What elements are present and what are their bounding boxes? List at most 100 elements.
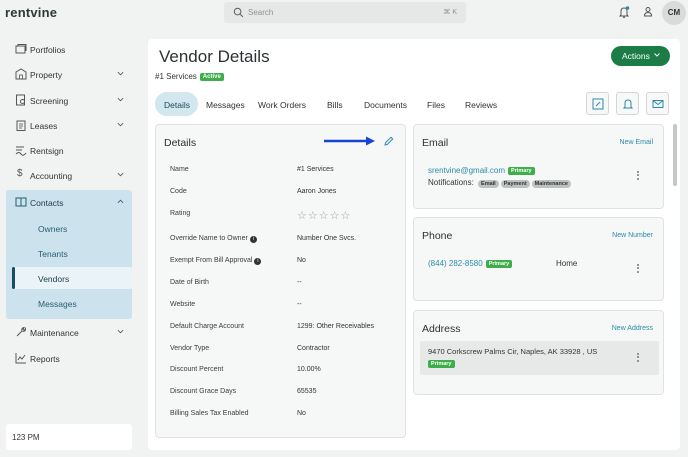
notifications-label: Notifications: [428, 178, 474, 187]
sidebar-label: Contacts [30, 198, 64, 208]
address-card: Address New Address 9470 Corkscrew Palms… [413, 310, 664, 395]
pencil-edit-icon[interactable] [384, 136, 394, 146]
info-icon[interactable]: i [249, 236, 257, 243]
field-value-website: -- [297, 301, 302, 308]
search-icon [233, 7, 244, 18]
user-lock-icon[interactable] [641, 5, 655, 19]
edit-note-icon [592, 98, 604, 110]
tab-bar: Details Messages Work Orders Bills Docum… [155, 92, 675, 116]
field-value-charge-account: 1299: Other Receivables [297, 323, 375, 330]
chevron-down-icon [654, 53, 660, 57]
tab-documents[interactable]: Documents [362, 92, 408, 116]
field-label-sales-tax: Billing Sales Tax Enabled [170, 410, 249, 417]
new-address-link[interactable]: New Address [612, 325, 653, 332]
sidebar-label: Reports [30, 354, 60, 364]
dollar-icon: $ [17, 168, 23, 179]
status-badge: Active [199, 73, 224, 81]
sidebar-label: Maintenance [30, 328, 79, 338]
star-icon[interactable]: ☆ [308, 209, 318, 222]
email-card: Email New Email srentvine@gmail.com Prima… [413, 124, 664, 209]
search-placeholder: Search [248, 8, 274, 17]
sidebar-item-property[interactable]: Property [6, 62, 132, 86]
sidebar-sub-label: Owners [38, 224, 68, 234]
bell-icon[interactable] [617, 5, 631, 19]
address-book-icon [15, 197, 27, 207]
chevron-up-icon [117, 199, 124, 204]
rentvine-logo[interactable]: rentvine [5, 5, 57, 20]
sidebar-sub-label: Messages [38, 299, 77, 309]
tab-bills[interactable]: Bills [325, 92, 345, 116]
sidebar-label: Portfolios [30, 45, 66, 55]
field-label-rating: Rating [170, 210, 191, 217]
chevron-down-icon [117, 71, 124, 76]
tab-label: Reviews [465, 100, 498, 110]
notification-button[interactable] [616, 92, 639, 115]
rating-stars[interactable]: ☆☆☆☆☆ [297, 209, 351, 222]
vendor-name: #1 Services [155, 72, 197, 81]
contacts-group: Contacts Owners Tenants Vendors Messages [6, 190, 132, 319]
phone-number-link[interactable]: (844) 282-8580 [428, 259, 483, 268]
mail-button[interactable] [646, 92, 669, 115]
primary-badge: Primary [428, 360, 455, 368]
field-label-dob: Date of Birth [170, 279, 209, 286]
field-label-vendor-type: Vendor Type [170, 345, 210, 352]
sidebar-sub-owners[interactable]: Owners [12, 217, 132, 239]
bell-icon [622, 99, 634, 109]
field-label-code: Code [170, 188, 187, 195]
tag-payment: Payment [500, 180, 530, 188]
tab-label: Documents [364, 100, 407, 110]
field-value-code: Aaron Jones [297, 188, 337, 195]
sidebar-sub-vendors[interactable]: Vendors [12, 267, 132, 289]
sidebar-label: Property [30, 70, 63, 80]
tab-reviews[interactable]: Reviews [463, 92, 497, 116]
user-avatar[interactable]: CM [662, 1, 686, 25]
sidebar-label: Screening [30, 96, 69, 106]
star-icon[interactable]: ☆ [330, 209, 340, 222]
sidebar-item-portfolios[interactable]: Portfolios [6, 37, 132, 61]
field-label-text: Override Name to Owner [170, 235, 248, 242]
sidebar-item-screening[interactable]: Screening [6, 88, 132, 112]
actions-button[interactable]: Actions [611, 46, 670, 66]
star-icon[interactable]: ☆ [341, 209, 351, 222]
primary-badge: Primary [485, 260, 513, 268]
page-title: Vendor Details [159, 47, 270, 66]
field-label-exempt-bill: Exempt From Bill Approval i [170, 257, 262, 265]
sidebar-item-maintenance[interactable]: Maintenance [6, 320, 132, 344]
card-title: Address [422, 323, 461, 335]
field-value-override-name: Number One Svcs. [297, 235, 357, 242]
more-options-icon[interactable] [637, 264, 641, 274]
email-address-link[interactable]: srentvine@gmail.com [428, 166, 505, 175]
star-icon[interactable]: ☆ [319, 209, 329, 222]
scrollbar[interactable] [673, 124, 677, 186]
field-value-discount-percent: 10.00% [297, 366, 321, 373]
new-number-link[interactable]: New Number [612, 232, 653, 239]
more-options-icon[interactable] [637, 171, 641, 181]
sidebar-item-accounting[interactable]: $ Accounting [6, 163, 132, 187]
tab-details[interactable]: Details [155, 92, 198, 116]
sidebar-item-contacts[interactable]: Contacts [6, 190, 132, 214]
sidebar-sub-tenants[interactable]: Tenants [12, 242, 132, 264]
top-bar: rentvine Search ⌘ K CM [0, 0, 688, 26]
chevron-down-icon [117, 329, 124, 334]
card-title: Phone [422, 230, 453, 242]
wrench-icon [16, 326, 27, 337]
search-bar[interactable]: Search ⌘ K [224, 2, 466, 23]
sidebar-item-rentsign[interactable]: Rentsign [6, 138, 132, 162]
sidebar-item-leases[interactable]: Leases [6, 113, 132, 137]
tab-messages[interactable]: Messages [204, 92, 246, 116]
address-entry[interactable]: 9470 Corkscrew Palms Cir, Naples, AK 339… [420, 341, 659, 375]
field-label-discount-percent: Discount Percent [170, 366, 224, 373]
field-value-grace-days: 65535 [297, 388, 317, 395]
sidebar-sub-messages[interactable]: Messages [12, 292, 132, 314]
tab-work-orders[interactable]: Work Orders [256, 92, 308, 116]
info-icon[interactable]: i [254, 258, 262, 265]
more-options-icon[interactable] [637, 353, 641, 363]
star-icon[interactable]: ☆ [297, 209, 307, 222]
email-entry: srentvine@gmail.com Primary [428, 166, 535, 175]
primary-badge: Primary [508, 167, 535, 175]
edit-note-button[interactable] [586, 92, 609, 115]
tab-files[interactable]: Files [425, 92, 445, 116]
sidebar-item-reports[interactable]: Reports [6, 346, 132, 370]
new-email-link[interactable]: New Email [620, 139, 653, 146]
tab-label: Details [164, 100, 190, 110]
